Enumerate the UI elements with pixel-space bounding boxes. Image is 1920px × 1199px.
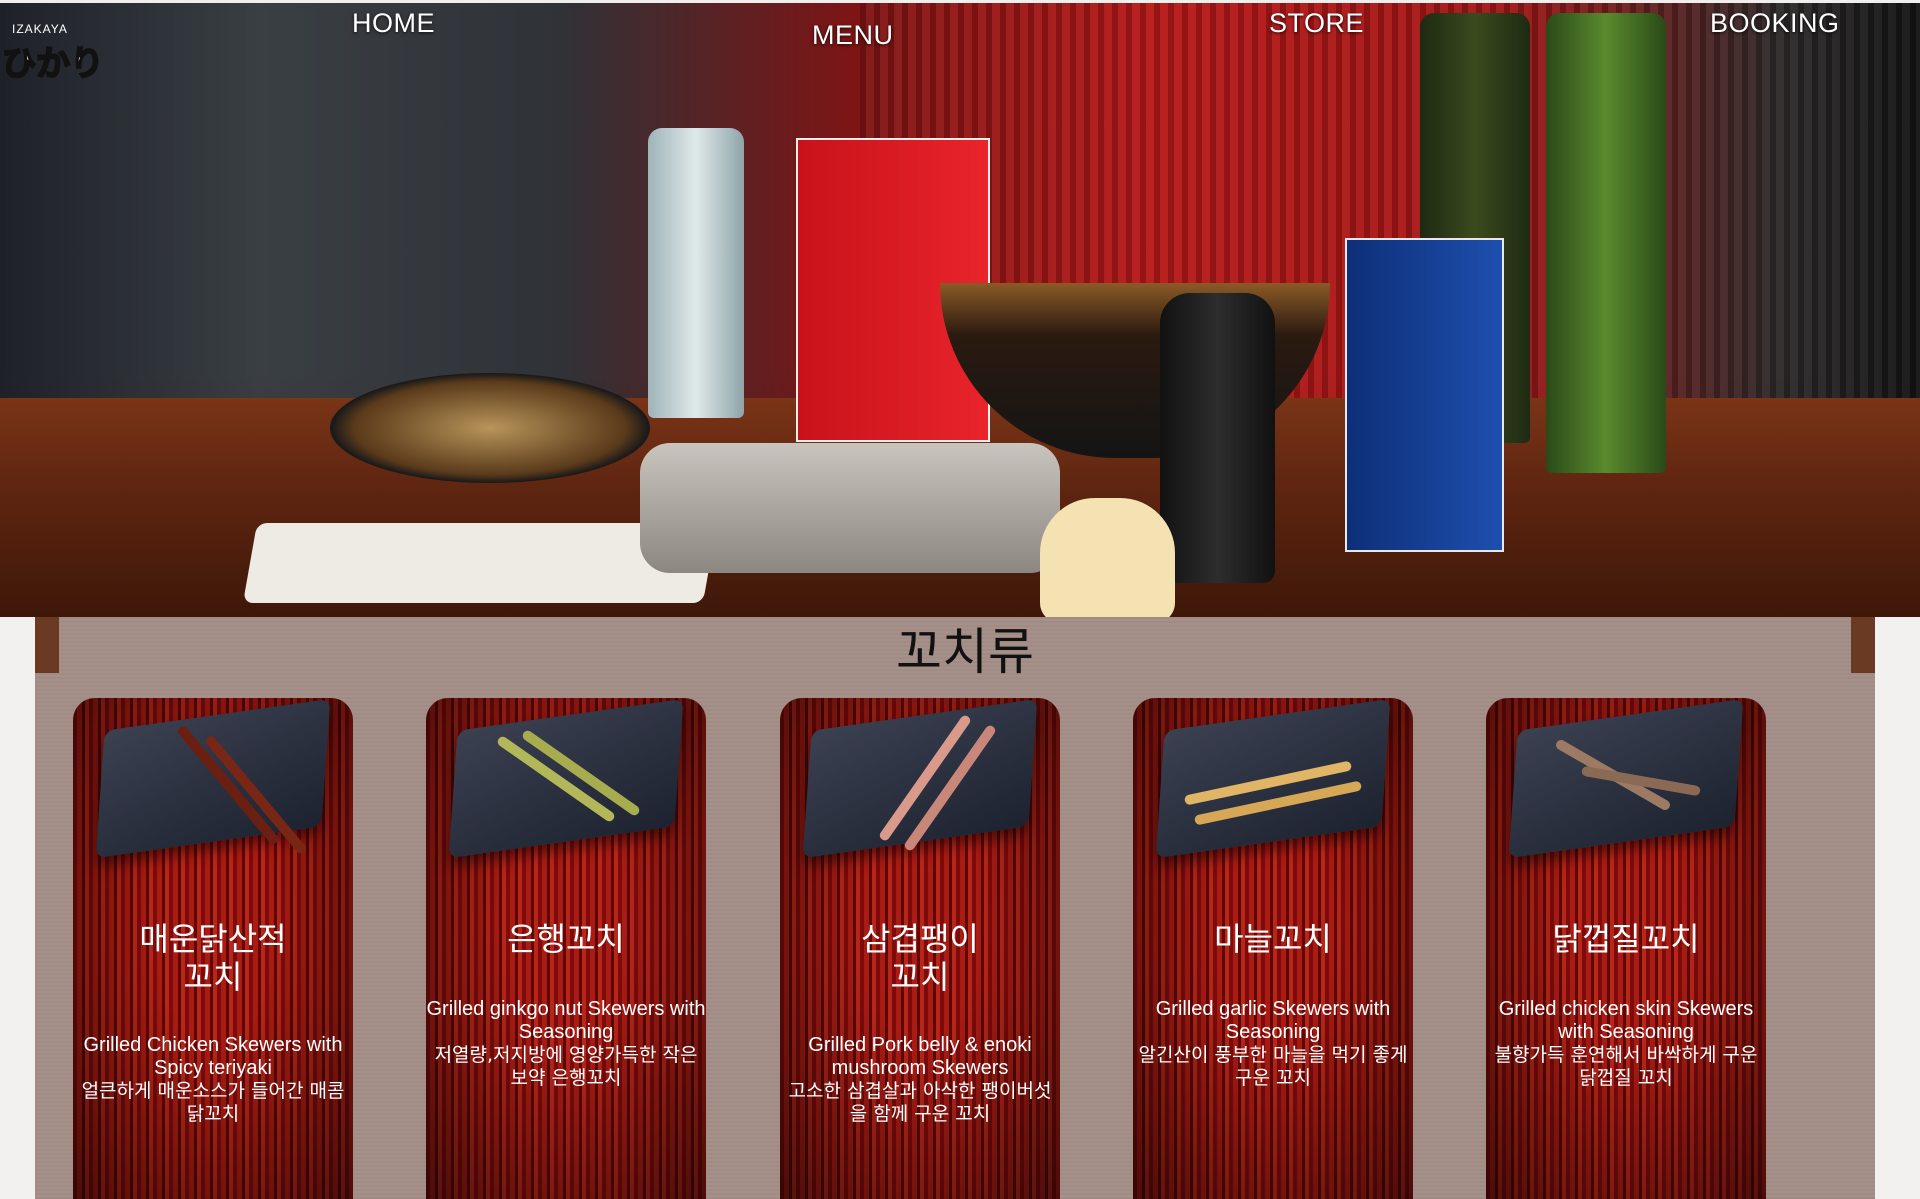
card-title-text: 마늘꼬치	[1214, 920, 1332, 958]
hero-blue-carton	[1345, 238, 1504, 552]
card-title: 마늘꼬치	[1133, 920, 1413, 958]
card-description: Grilled Chicken Skewers with Spicy teriy…	[73, 1034, 353, 1126]
hero-sake-bottle-green	[1546, 13, 1666, 473]
menu-card-chicken-skin[interactable]: 닭껍질꼬치 Grilled chicken skin Skewers with …	[1486, 698, 1766, 1199]
brand-logo[interactable]: IZAKAYA ひかり	[0, 12, 108, 85]
nav-booking[interactable]: BOOKING	[1710, 8, 1840, 39]
card-title: 은행꼬치	[426, 920, 706, 958]
card-description-en: Grilled Chicken Skewers with Spicy teriy…	[83, 1034, 343, 1079]
card-description-ko: 고소한 삼겹살과 아삭한 팽이버섯을 함께 구운 꼬치	[788, 1080, 1052, 1125]
hero-sake-flask	[1160, 293, 1275, 583]
card-title: 닭껍질꼬치	[1486, 920, 1766, 958]
card-description-en: Grilled garlic Skewers with Seasoning	[1155, 998, 1391, 1043]
card-title: 삼겹팽이 꼬치	[780, 920, 1060, 996]
hero-foil-dish	[640, 443, 1060, 573]
menu-card-garlic[interactable]: 마늘꼬치 Grilled garlic Skewers with Seasoni…	[1133, 698, 1413, 1199]
card-description: Grilled Pork belly & enoki mushroom Skew…	[780, 1034, 1060, 1126]
menu-card-pork-enoki[interactable]: 삼겹팽이 꼬치 Grilled Pork belly & enoki mushr…	[780, 698, 1060, 1199]
right-page-margin	[1875, 617, 1920, 1199]
brand-logo-text: ひかり	[1, 43, 105, 85]
dish-image	[448, 698, 684, 859]
card-title-text: 매운닭산적 꼬치	[139, 920, 287, 996]
card-description: Grilled ginkgo nut Skewers with Seasonin…	[426, 998, 706, 1090]
card-title-text: 삼겹팽이 꼬치	[861, 920, 979, 996]
card-title-text: 닭껍질꼬치	[1552, 920, 1700, 958]
nav-store[interactable]: STORE	[1269, 8, 1364, 39]
card-title-text: 은행꼬치	[507, 920, 625, 958]
card-description-ko: 알긴산이 풍부한 마늘을 먹기 좋게 구운 꼬치	[1138, 1044, 1408, 1089]
card-description: Grilled garlic Skewers with Seasoning 알긴…	[1133, 998, 1413, 1090]
menu-card-ginkgo[interactable]: 은행꼬치 Grilled ginkgo nut Skewers with Sea…	[426, 698, 706, 1199]
menu-card-spicy-chicken[interactable]: 매운닭산적 꼬치 Grilled Chicken Skewers with Sp…	[73, 698, 353, 1199]
card-description-en: Grilled Pork belly & enoki mushroom Skew…	[808, 1034, 1032, 1079]
card-description-en: Grilled chicken skin Skewers with Season…	[1498, 998, 1754, 1043]
hero-sake-bottle	[648, 128, 744, 418]
card-description-en: Grilled ginkgo nut Skewers with Seasonin…	[426, 998, 706, 1043]
section-title: 꼬치류	[896, 623, 1034, 681]
card-description: Grilled chicken skin Skewers with Season…	[1486, 998, 1766, 1090]
card-description-ko: 불향가득 훈연해서 바싹하게 구운 닭껍질 꼬치	[1494, 1044, 1758, 1089]
hero-lucky-cat	[1040, 498, 1175, 617]
left-page-margin	[0, 617, 35, 1199]
card-description-ko: 얼큰하게 매운소스가 들어간 매콤 닭꼬치	[81, 1080, 345, 1125]
brand-logo-small: IZAKAYA	[12, 22, 68, 36]
card-description-ko: 저열량,저지방에 영양가득한 작은 보약 은행꼬치	[434, 1044, 698, 1089]
nav-home[interactable]: HOME	[352, 8, 435, 39]
hero-okonomiyaki-plate	[330, 373, 650, 483]
hero-image	[0, 3, 1920, 617]
card-title: 매운닭산적 꼬치	[73, 920, 353, 996]
nav-menu[interactable]: MENU	[812, 20, 894, 51]
